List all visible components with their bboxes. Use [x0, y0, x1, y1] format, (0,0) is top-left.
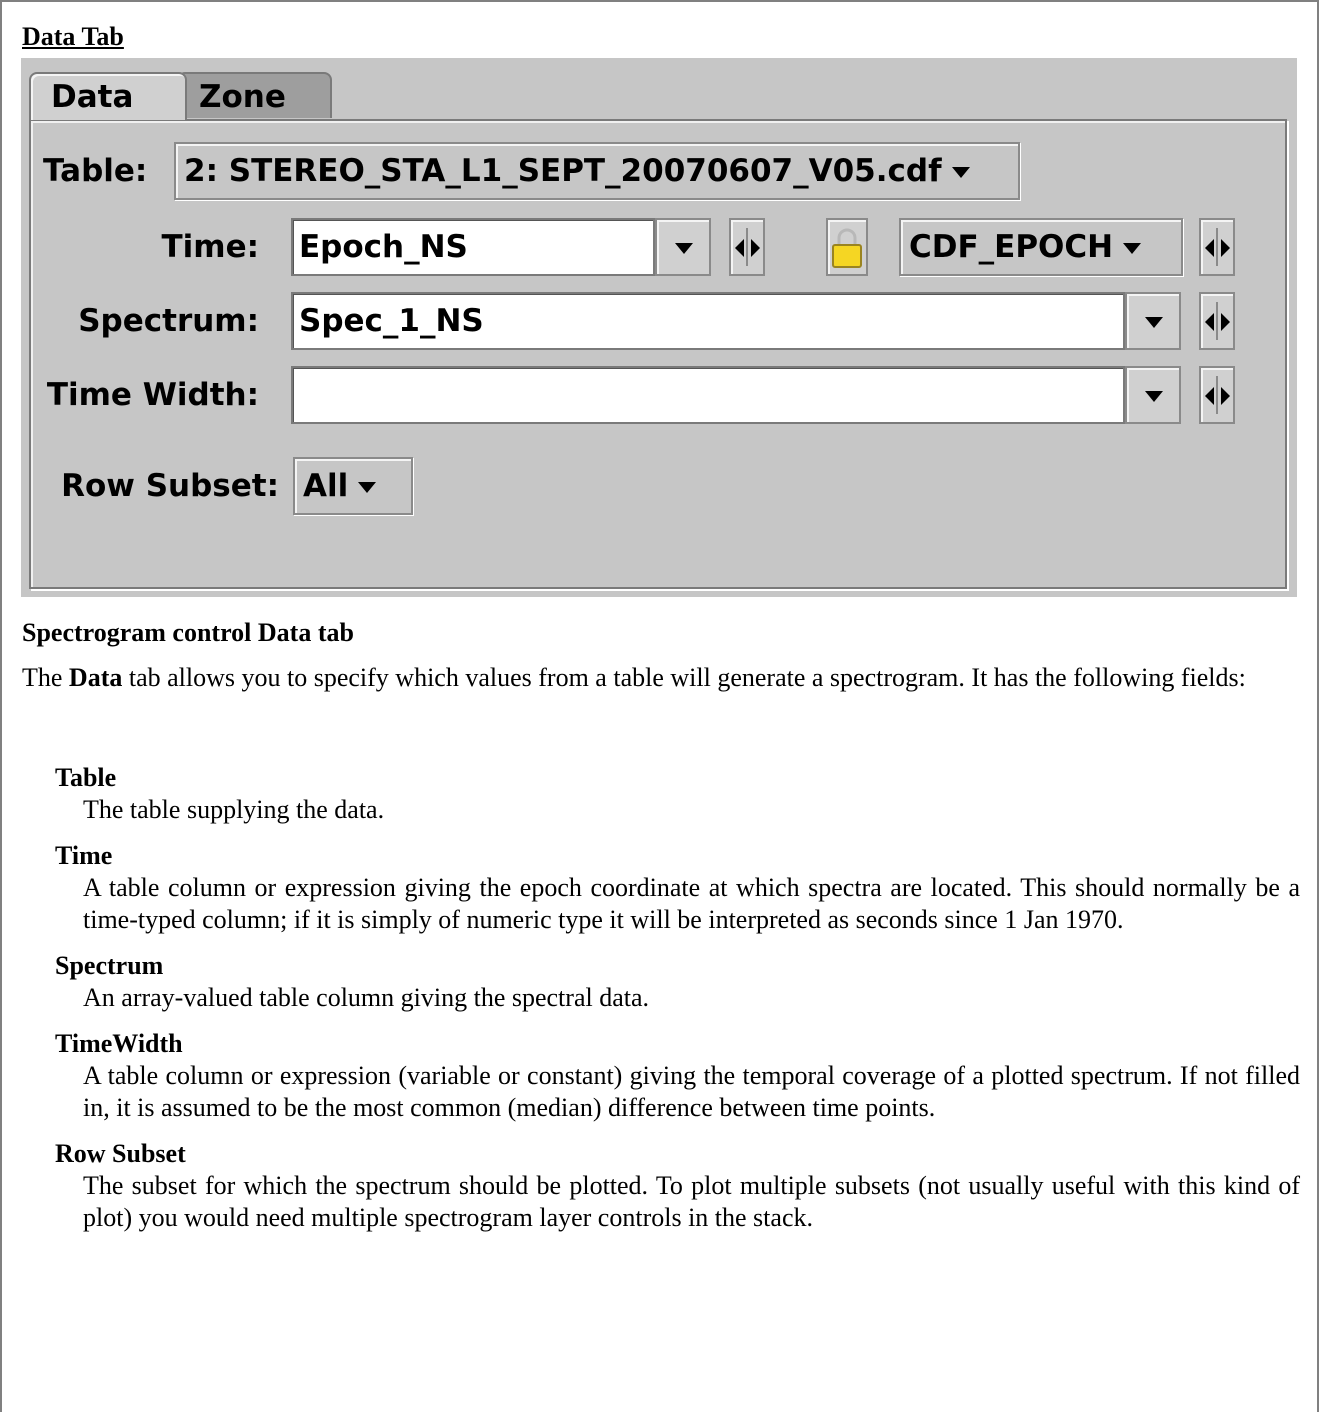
arrow-left-icon [1205, 239, 1214, 257]
triangle-down-icon [675, 243, 693, 254]
field-desc-row-subset: The subset for which the spectrum should… [83, 1171, 1300, 1232]
field-desc-table: The table supplying the data. [83, 795, 385, 824]
row-subset-select[interactable]: All [293, 457, 413, 515]
figure-caption: Spectrogram control Data tab [22, 618, 354, 647]
time-dropdown-button[interactable] [655, 218, 711, 276]
arrow-right-icon [1221, 239, 1230, 257]
arrow-left-icon [1205, 313, 1214, 331]
triangle-down-icon [1145, 317, 1163, 328]
field-term-time: Time [55, 841, 113, 870]
spectrum-dropdown-button[interactable] [1125, 292, 1181, 350]
chevron-down-icon [358, 482, 377, 493]
time-input[interactable]: Epoch_NS [291, 218, 655, 276]
field-term-row-subset: Row Subset [55, 1139, 186, 1168]
field-definition-list: Table The table supplying the data. Time… [55, 762, 1300, 1248]
row-subset-label: Row Subset: [61, 468, 279, 504]
tab-content: Table: 2: STEREO_STA_L1_SEPT_20070607_V0… [29, 119, 1287, 589]
tab-data[interactable]: Data [29, 72, 187, 120]
field-desc-time: A table column or expression giving the … [83, 873, 1300, 934]
field-desc-timewidth: A table column or expression (variable o… [83, 1061, 1300, 1122]
arrow-left-icon [1205, 387, 1214, 405]
spectrum-prev-next-button[interactable] [1199, 292, 1235, 350]
spectrum-label: Spectrum: [78, 303, 259, 339]
field-term-table: Table [55, 763, 117, 792]
arrow-left-icon [735, 239, 744, 257]
table-select[interactable]: 2: STEREO_STA_L1_SEPT_20070607_V05.cdf [174, 142, 1020, 200]
time-label: Time: [161, 229, 260, 265]
time-width-prev-next-button[interactable] [1199, 366, 1235, 424]
time-prev-next-button[interactable] [729, 218, 765, 276]
field-desc-spectrum: An array-valued table column giving the … [83, 983, 650, 1012]
spectrum-input[interactable]: Spec_1_NS [291, 292, 1125, 350]
chevron-down-icon [1123, 243, 1142, 254]
doc-title: Data Tab [22, 22, 124, 51]
triangle-down-icon [1145, 391, 1163, 402]
padlock-icon [832, 228, 862, 268]
time-format-value: CDF_EPOCH [909, 229, 1114, 265]
time-width-input[interactable] [291, 366, 1125, 424]
data-tab-panel: Data Zone Table: 2: STEREO_STA_L1_SEPT_2… [21, 58, 1297, 597]
arrow-right-icon [1221, 313, 1230, 331]
time-width-label: Time Width: [46, 377, 259, 413]
time-width-dropdown-button[interactable] [1125, 366, 1181, 424]
row-subset-value: All [303, 468, 349, 504]
table-select-value: 2: STEREO_STA_L1_SEPT_20070607_V05.cdf [184, 153, 942, 189]
time-format-prev-next-button[interactable] [1199, 218, 1235, 276]
arrow-right-icon [1221, 387, 1230, 405]
help-page: Data Tab Data Zone Table: 2: STEREO_STA_… [0, 0, 1319, 1412]
field-term-timewidth: TimeWidth [55, 1029, 183, 1058]
chevron-down-icon [951, 167, 970, 178]
tab-zone[interactable]: Zone [177, 72, 332, 118]
time-format-select[interactable]: CDF_EPOCH [899, 218, 1183, 276]
table-label: Table: [43, 153, 148, 189]
arrow-right-icon [751, 239, 760, 257]
time-lock-button[interactable] [826, 218, 868, 276]
field-term-spectrum: Spectrum [55, 951, 164, 980]
intro-paragraph: The Data tab allows you to specify which… [22, 663, 1246, 692]
